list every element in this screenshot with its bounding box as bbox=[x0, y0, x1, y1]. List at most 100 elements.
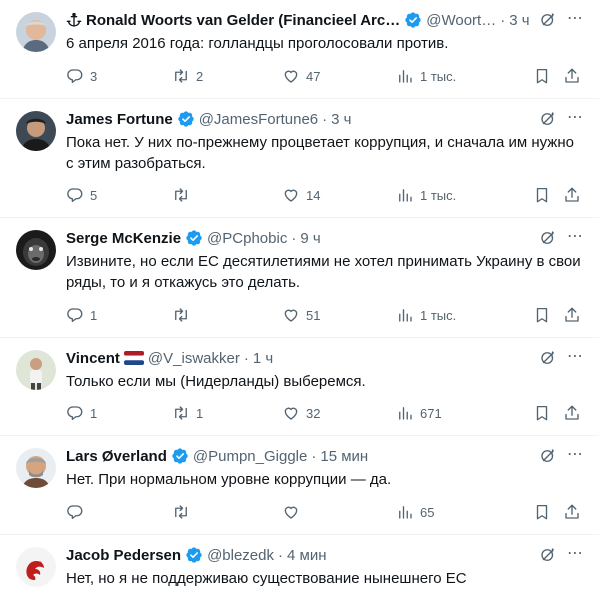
tweet-text: Нет, но я не поддерживаю существование н… bbox=[66, 570, 467, 587]
author-handle[interactable]: @V_iswakker bbox=[148, 350, 240, 367]
grok-icon[interactable] bbox=[539, 447, 557, 465]
grok-icon[interactable] bbox=[539, 546, 557, 564]
tweet-text: Нет. При нормальном уровне коррупции — д… bbox=[66, 471, 392, 488]
retweet-icon bbox=[172, 186, 190, 204]
views-button[interactable]: 65 bbox=[396, 503, 516, 521]
timestamp[interactable]: 4 мин bbox=[287, 547, 327, 564]
tweet[interactable]: James Fortune @JamesFortune6 · 3 ч ⋯ Пок… bbox=[0, 99, 599, 218]
avatar[interactable] bbox=[16, 12, 56, 52]
netherlands-flag-icon bbox=[123, 351, 144, 365]
timestamp[interactable]: 3 ч bbox=[331, 111, 351, 128]
reply-count: 1 bbox=[90, 307, 98, 323]
verified-icon bbox=[171, 447, 189, 465]
share-icon bbox=[563, 186, 581, 204]
heart-icon bbox=[282, 404, 300, 422]
tweet[interactable]: Serge McKenzie @PCphobic · 9 ч ⋯ Извинит… bbox=[0, 218, 599, 338]
avatar[interactable] bbox=[16, 111, 56, 151]
more-options-icon[interactable]: ⋯ bbox=[565, 108, 585, 128]
anchor-icon bbox=[66, 12, 82, 28]
retweet-icon bbox=[172, 503, 190, 521]
like-button[interactable] bbox=[282, 503, 396, 521]
retweet-button[interactable]: 2 bbox=[172, 67, 282, 85]
timestamp[interactable]: 9 ч bbox=[300, 230, 320, 247]
like-button[interactable]: 32 bbox=[282, 404, 396, 422]
like-count: 14 bbox=[306, 187, 321, 203]
tweet[interactable]: Ronald Woorts van Gelder (Financieel Arc… bbox=[0, 0, 599, 99]
reply-count: 5 bbox=[90, 187, 98, 203]
author-name[interactable]: Ronald Woorts van Gelder (Financieel Arc… bbox=[86, 12, 400, 29]
grok-icon[interactable] bbox=[539, 110, 557, 128]
views-icon bbox=[396, 404, 414, 422]
author-name[interactable]: Serge McKenzie bbox=[66, 230, 181, 247]
share-button[interactable] bbox=[563, 503, 581, 521]
author-handle[interactable]: @Pumpn_Giggle bbox=[193, 448, 307, 465]
timestamp[interactable]: 3 ч bbox=[509, 12, 529, 29]
timestamp[interactable]: 1 ч bbox=[253, 350, 273, 367]
tweet-actions: 1 51 1 тыс. bbox=[66, 305, 585, 325]
timestamp[interactable]: 15 мин bbox=[320, 448, 368, 465]
author-handle[interactable]: @PCphobic bbox=[207, 230, 287, 247]
author-name[interactable]: Jacob Pedersen bbox=[66, 547, 181, 564]
author-handle[interactable]: @blezedk bbox=[207, 547, 274, 564]
tweet-header: Lars Øverland @Pumpn_Giggle · 15 мин bbox=[66, 446, 529, 466]
bookmark-button[interactable] bbox=[533, 503, 551, 521]
like-count: 51 bbox=[306, 307, 321, 323]
share-button[interactable] bbox=[563, 404, 581, 422]
separator-dot: · bbox=[243, 349, 249, 367]
tweet-text: Только если мы (Нидерланды) выберемся. bbox=[66, 373, 366, 390]
views-icon bbox=[396, 306, 414, 324]
grok-icon[interactable] bbox=[539, 11, 557, 29]
bookmark-button[interactable] bbox=[533, 306, 551, 324]
more-options-icon[interactable]: ⋯ bbox=[565, 9, 585, 29]
grok-icon[interactable] bbox=[539, 349, 557, 367]
reply-button[interactable]: 5 bbox=[66, 186, 172, 204]
author-name[interactable]: Vincent bbox=[66, 350, 120, 367]
views-button[interactable]: 1 тыс. bbox=[396, 306, 516, 324]
bookmark-icon bbox=[533, 306, 551, 324]
reply-button[interactable] bbox=[66, 503, 172, 521]
share-button[interactable] bbox=[563, 186, 581, 204]
reply-button[interactable]: 1 bbox=[66, 306, 172, 324]
heart-icon bbox=[282, 306, 300, 324]
retweet-button[interactable] bbox=[172, 503, 282, 521]
more-options-icon[interactable]: ⋯ bbox=[565, 544, 585, 564]
grok-icon[interactable] bbox=[539, 229, 557, 247]
author-handle[interactable]: @Woort… bbox=[426, 12, 496, 29]
share-button[interactable] bbox=[563, 67, 581, 85]
heart-icon bbox=[282, 186, 300, 204]
more-options-icon[interactable]: ⋯ bbox=[565, 445, 585, 465]
tweet[interactable]: Lars Øverland @Pumpn_Giggle · 15 мин ⋯ Н… bbox=[0, 436, 599, 535]
author-handle[interactable]: @JamesFortune6 bbox=[199, 111, 318, 128]
avatar[interactable] bbox=[16, 547, 56, 587]
like-button[interactable]: 47 bbox=[282, 67, 396, 85]
views-button[interactable]: 1 тыс. bbox=[396, 67, 516, 85]
retweet-button[interactable] bbox=[172, 306, 282, 324]
share-button[interactable] bbox=[563, 306, 581, 324]
avatar[interactable] bbox=[16, 448, 56, 488]
bookmark-button[interactable] bbox=[533, 404, 551, 422]
avatar[interactable] bbox=[16, 230, 56, 270]
avatar[interactable] bbox=[16, 350, 56, 390]
separator-dot: · bbox=[500, 11, 506, 29]
reply-button[interactable]: 1 bbox=[66, 404, 172, 422]
like-button[interactable]: 14 bbox=[282, 186, 396, 204]
more-options-icon[interactable]: ⋯ bbox=[565, 227, 585, 247]
bookmark-button[interactable] bbox=[533, 186, 551, 204]
reply-button[interactable]: 3 bbox=[66, 67, 172, 85]
like-button[interactable]: 51 bbox=[282, 306, 396, 324]
author-name[interactable]: Lars Øverland bbox=[66, 448, 167, 465]
tweet[interactable]: Vincent @V_iswakker · 1 ч ⋯ Только если … bbox=[0, 338, 599, 436]
author-name[interactable]: James Fortune bbox=[66, 111, 173, 128]
views-button[interactable]: 671 bbox=[396, 404, 516, 422]
like-count: 32 bbox=[306, 405, 321, 421]
tweet-header: Jacob Pedersen @blezedk · 4 мин bbox=[66, 545, 529, 565]
more-options-icon[interactable]: ⋯ bbox=[565, 347, 585, 367]
share-icon bbox=[563, 306, 581, 324]
tweet[interactable]: Jacob Pedersen @blezedk · 4 мин ⋯ Нет, н… bbox=[0, 535, 599, 602]
views-button[interactable]: 1 тыс. bbox=[396, 186, 516, 204]
bookmark-icon bbox=[533, 503, 551, 521]
retweet-button[interactable]: 1 bbox=[172, 404, 282, 422]
bookmark-button[interactable] bbox=[533, 67, 551, 85]
heart-icon bbox=[282, 503, 300, 521]
retweet-button[interactable] bbox=[172, 186, 282, 204]
